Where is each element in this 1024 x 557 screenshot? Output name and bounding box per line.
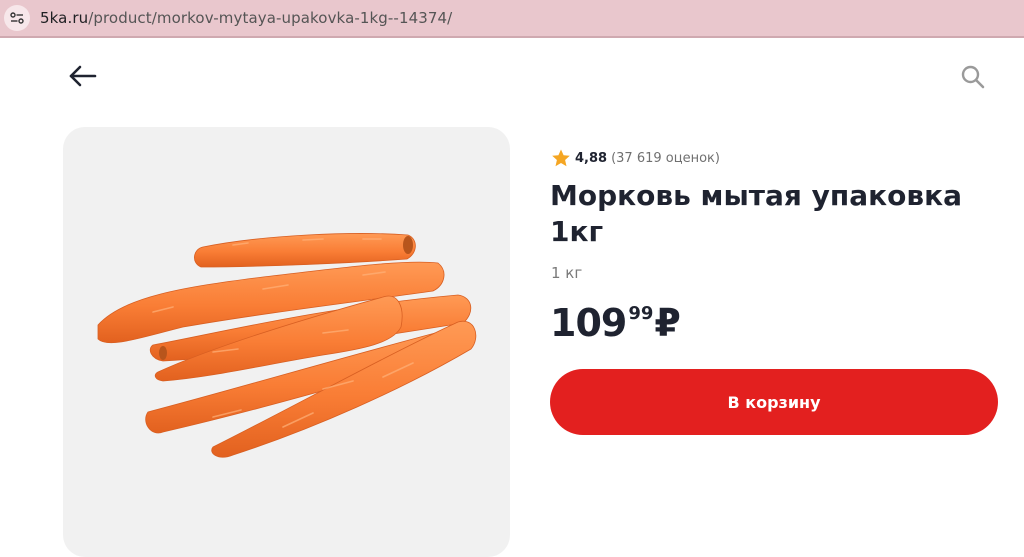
price-rubles: 109 bbox=[550, 301, 627, 345]
price-kopecks: 99 bbox=[628, 303, 654, 324]
rating: 4,88 (37 619 оценок) bbox=[551, 147, 720, 169]
url-domain: 5ka.ru bbox=[40, 9, 89, 27]
search-button[interactable] bbox=[958, 62, 988, 92]
star-icon bbox=[552, 149, 570, 167]
product-weight: 1 кг bbox=[551, 264, 583, 282]
product-title: Морковь мытая упаковка 1кг bbox=[550, 179, 962, 248]
url-path: /product/morkov-mytaya-upakovka-1kg--143… bbox=[88, 9, 453, 27]
site-info-icon[interactable] bbox=[4, 5, 30, 31]
carrots-image bbox=[97, 233, 477, 458]
url-field[interactable]: 5ka.ru/product/morkov-mytaya-upakovka-1k… bbox=[40, 9, 452, 27]
search-icon bbox=[961, 65, 985, 89]
rating-count[interactable]: (37 619 оценок) bbox=[611, 151, 720, 166]
currency-symbol: ₽ bbox=[654, 301, 681, 345]
rating-value: 4,88 bbox=[575, 150, 608, 166]
product-image bbox=[63, 127, 510, 557]
browser-address-bar: 5ka.ru/product/morkov-mytaya-upakovka-1k… bbox=[0, 0, 1024, 38]
product-price: 109 99 ₽ bbox=[550, 298, 681, 348]
arrow-left-icon bbox=[69, 65, 97, 87]
add-to-cart-button[interactable]: В корзину bbox=[550, 369, 998, 435]
back-button[interactable] bbox=[66, 62, 98, 90]
